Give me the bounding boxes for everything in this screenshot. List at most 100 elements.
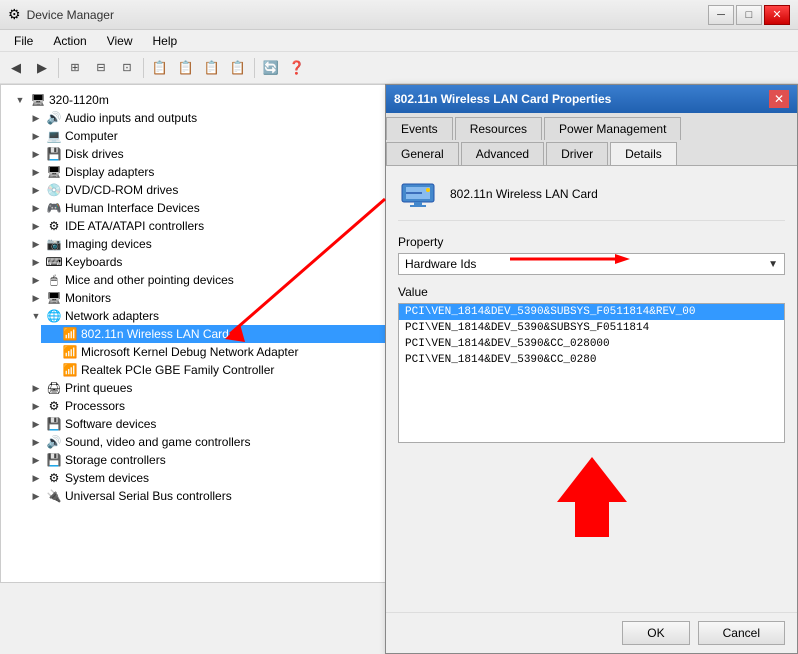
- title-bar: ⚙ Device Manager ─ □ ✕: [0, 0, 798, 30]
- tree-item-keyboards[interactable]: ▶ ⌨ Keyboards: [25, 253, 389, 271]
- value-item-3[interactable]: PCI\VEN_1814&DEV_5390&CC_0280: [399, 352, 784, 368]
- mice-icon: 🖱: [46, 272, 62, 288]
- sound-label: Sound, video and game controllers: [65, 435, 250, 449]
- value-item-1[interactable]: PCI\VEN_1814&DEV_5390&SUBSYS_F0511814: [399, 320, 784, 336]
- expand-audio: ▶: [29, 111, 43, 125]
- toolbar-sep2: [143, 58, 144, 78]
- dialog-close-button[interactable]: ✕: [769, 90, 789, 108]
- menu-file[interactable]: File: [4, 32, 43, 50]
- tree-item-print[interactable]: ▶ 🖨 Print queues: [25, 379, 389, 397]
- device-tree[interactable]: ▼ 🖥 320-1120m ▶ 🔊 Audio inputs and outpu…: [0, 84, 390, 583]
- expand-network: ▼: [29, 309, 43, 323]
- toolbar-sep3: [254, 58, 255, 78]
- kernel-expand: [45, 345, 59, 359]
- tree-item-imaging[interactable]: ▶ 📷 Imaging devices: [25, 235, 389, 253]
- ide-icon: ⚙: [46, 218, 62, 234]
- tree-item-kernel[interactable]: 📶 Microsoft Kernel Debug Network Adapter: [41, 343, 389, 361]
- mice-label: Mice and other pointing devices: [65, 273, 234, 287]
- toolbar-refresh[interactable]: 🔄: [259, 56, 283, 80]
- tree-item-audio[interactable]: ▶ 🔊 Audio inputs and outputs: [25, 109, 389, 127]
- expand-ide: ▶: [29, 219, 43, 233]
- tree-item-computer[interactable]: ▶ 💻 Computer: [25, 127, 389, 145]
- realtek-icon: 📶: [62, 362, 78, 378]
- close-button[interactable]: ✕: [764, 5, 790, 25]
- expand-hid: ▶: [29, 201, 43, 215]
- main-area: ▼ 🖥 320-1120m ▶ 🔊 Audio inputs and outpu…: [0, 84, 798, 583]
- tab-driver[interactable]: Driver: [546, 142, 608, 165]
- up-arrow-annotation: [398, 457, 785, 537]
- value-list[interactable]: PCI\VEN_1814&DEV_5390&SUBSYS_F0511814&RE…: [398, 303, 785, 443]
- expand-storage: ▶: [29, 453, 43, 467]
- menu-action[interactable]: Action: [43, 32, 96, 50]
- value-label: Value: [398, 285, 785, 299]
- wifi-expand: [45, 327, 59, 341]
- device-header: 802.11n Wireless LAN Card: [398, 178, 785, 221]
- tab-advanced[interactable]: Advanced: [461, 142, 544, 165]
- wifi-icon: 📶: [62, 326, 78, 342]
- tree-item-storage[interactable]: ▶ 💾 Storage controllers: [25, 451, 389, 469]
- toolbar: ◀ ▶ ⊞ ⊟ ⊡ 📋 📋 📋 📋 🔄 ❓: [0, 52, 798, 84]
- display-icon: 🖥: [46, 164, 62, 180]
- toolbar-btn3[interactable]: 📋: [148, 56, 172, 80]
- minimize-button[interactable]: ─: [708, 5, 734, 25]
- tree-item-system[interactable]: ▶ ⚙ System devices: [25, 469, 389, 487]
- processors-icon: ⚙: [46, 398, 62, 414]
- software-icon: 💾: [46, 416, 62, 432]
- toolbar-update[interactable]: ⊟: [89, 56, 113, 80]
- tab-details[interactable]: Details: [610, 142, 677, 165]
- tree-item-mice[interactable]: ▶ 🖱 Mice and other pointing devices: [25, 271, 389, 289]
- expand-imaging: ▶: [29, 237, 43, 251]
- expand-mice: ▶: [29, 273, 43, 287]
- usb-icon: 🔌: [46, 488, 62, 504]
- tab-events[interactable]: Events: [386, 117, 453, 140]
- dialog-footer: OK Cancel: [386, 612, 797, 653]
- kernel-label: Microsoft Kernel Debug Network Adapter: [81, 345, 298, 359]
- realtek-label: Realtek PCIe GBE Family Controller: [81, 363, 274, 377]
- tree-root-item[interactable]: ▼ 🖥 320-1120m: [9, 91, 389, 109]
- disk-icon: 💾: [46, 146, 62, 162]
- tree-item-processors[interactable]: ▶ ⚙ Processors: [25, 397, 389, 415]
- tree-item-dvd[interactable]: ▶ 💿 DVD/CD-ROM drives: [25, 181, 389, 199]
- dialog-content: 802.11n Wireless LAN Card Property Hardw…: [386, 166, 797, 612]
- tree-item-usb[interactable]: ▶ 🔌 Universal Serial Bus controllers: [25, 487, 389, 505]
- toolbar-btn6[interactable]: 📋: [226, 56, 250, 80]
- tree-item-display[interactable]: ▶ 🖥 Display adapters: [25, 163, 389, 181]
- expand-display: ▶: [29, 165, 43, 179]
- expand-icon: ▼: [13, 93, 27, 107]
- menu-view[interactable]: View: [97, 32, 143, 50]
- value-item-0[interactable]: PCI\VEN_1814&DEV_5390&SUBSYS_F0511814&RE…: [399, 304, 784, 320]
- toolbar-help[interactable]: ❓: [285, 56, 309, 80]
- toolbar-scan[interactable]: ⊡: [115, 56, 139, 80]
- hid-label: Human Interface Devices: [65, 201, 200, 215]
- storage-label: Storage controllers: [65, 453, 166, 467]
- monitors-icon: 🖥: [46, 290, 62, 306]
- audio-icon: 🔊: [46, 110, 62, 126]
- tree-item-wifi[interactable]: 📶 802.11n Wireless LAN Card: [41, 325, 389, 343]
- toolbar-btn4[interactable]: 📋: [174, 56, 198, 80]
- ok-button[interactable]: OK: [622, 621, 689, 645]
- toolbar-properties[interactable]: ⊞: [63, 56, 87, 80]
- tab-resources[interactable]: Resources: [455, 117, 542, 140]
- dialog-title: 802.11n Wireless LAN Card Properties: [394, 92, 611, 106]
- tree-item-ide[interactable]: ▶ ⚙ IDE ATA/ATAPI controllers: [25, 217, 389, 235]
- cancel-button[interactable]: Cancel: [698, 621, 785, 645]
- menu-help[interactable]: Help: [143, 32, 188, 50]
- tab-power[interactable]: Power Management: [544, 117, 681, 140]
- tree-item-network[interactable]: ▼ 🌐 Network adapters: [25, 307, 389, 325]
- tree-item-monitors[interactable]: ▶ 🖥 Monitors: [25, 289, 389, 307]
- toolbar-forward[interactable]: ▶: [30, 56, 54, 80]
- tree-item-hid[interactable]: ▶ 🎮 Human Interface Devices: [25, 199, 389, 217]
- tree-item-disk[interactable]: ▶ 💾 Disk drives: [25, 145, 389, 163]
- sound-icon: 🔊: [46, 434, 62, 450]
- tree-item-software[interactable]: ▶ 💾 Software devices: [25, 415, 389, 433]
- toolbar-back[interactable]: ◀: [4, 56, 28, 80]
- tree-item-realtek[interactable]: 📶 Realtek PCIe GBE Family Controller: [41, 361, 389, 379]
- computer-icon2: 💻: [46, 128, 62, 144]
- tab-general[interactable]: General: [386, 142, 459, 165]
- value-item-2[interactable]: PCI\VEN_1814&DEV_5390&CC_028000: [399, 336, 784, 352]
- toolbar-btn5[interactable]: 📋: [200, 56, 224, 80]
- tree-item-sound[interactable]: ▶ 🔊 Sound, video and game controllers: [25, 433, 389, 451]
- expand-software: ▶: [29, 417, 43, 431]
- monitors-label: Monitors: [65, 291, 111, 305]
- maximize-button[interactable]: □: [736, 5, 762, 25]
